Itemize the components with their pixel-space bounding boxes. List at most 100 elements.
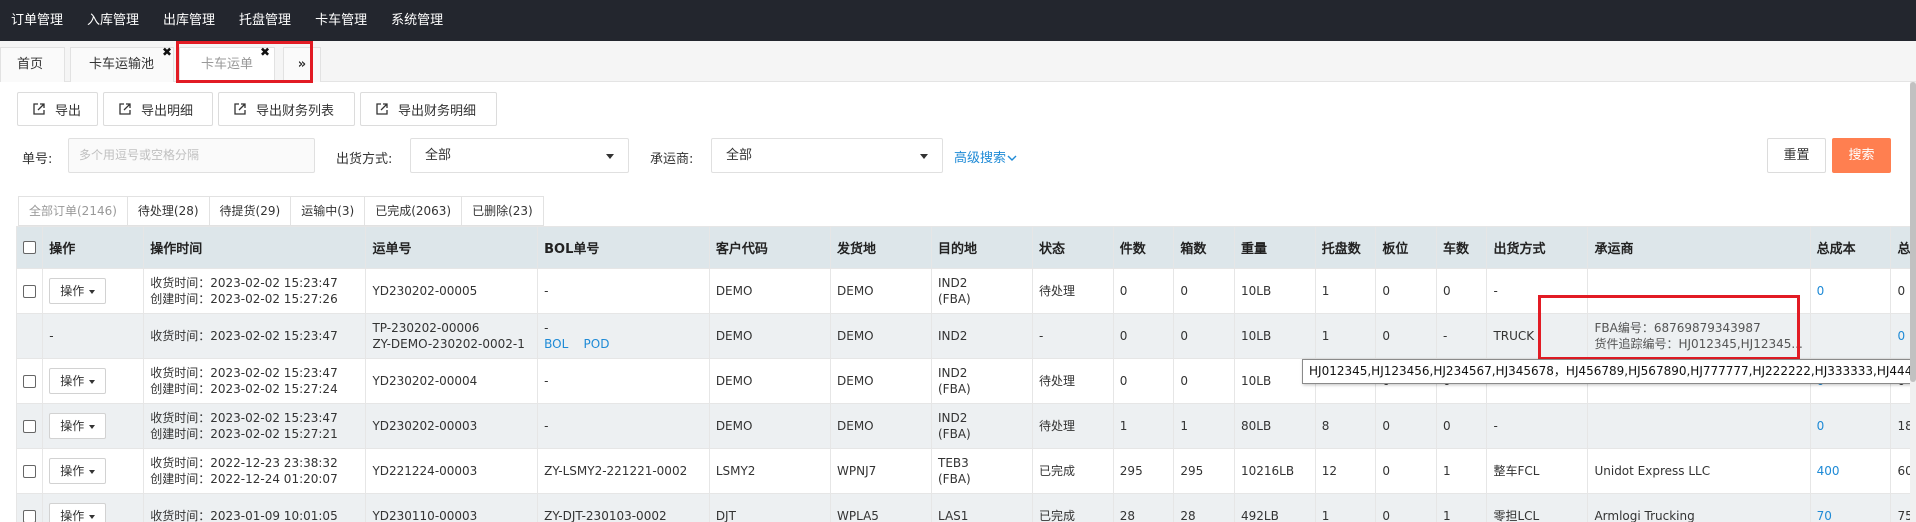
status-tab-awaiting-pickup[interactable]: 待提货(29) xyxy=(208,196,291,226)
status-tab-deleted[interactable]: 已删除(23) xyxy=(461,196,544,226)
chevron-down-icon xyxy=(920,154,928,159)
row-select-cell[interactable] xyxy=(16,448,44,494)
origin-cell: DEMO xyxy=(830,313,932,359)
operation-dropdown-button[interactable]: 操作 xyxy=(49,503,107,522)
header-select-all[interactable] xyxy=(16,226,44,269)
table-row[interactable]: 操作 收货时间：2023-02-02 15:23:47 创建时间：2023-02-… xyxy=(16,403,1910,449)
cost-link[interactable]: 0 xyxy=(1817,284,1825,298)
waybill-cell: YD230202-00005 xyxy=(365,268,539,314)
tab-truck-pool[interactable]: 卡车运输池 ✖ xyxy=(70,44,174,82)
nav-pallet-management[interactable]: 托盘管理 xyxy=(227,0,303,41)
operation-dropdown-button[interactable]: 操作 xyxy=(49,278,107,304)
status-cell: 已完成 xyxy=(1032,493,1114,522)
top-navigation: 订单管理 入库管理 出库管理 托盘管理 卡车管理 系统管理 xyxy=(0,0,1916,41)
fba-number: FBA编号：68769879343987 xyxy=(1594,321,1761,335)
operation-label: 操作 xyxy=(60,419,85,433)
operation-dropdown-button[interactable]: 操作 xyxy=(49,458,107,484)
carrier-select[interactable]: 全部 xyxy=(711,138,943,173)
method-cell: TRUCK xyxy=(1486,313,1589,359)
chevron-down-icon xyxy=(89,469,96,474)
row-select-cell[interactable] xyxy=(16,358,44,404)
advanced-search-link[interactable]: 高级搜索 xyxy=(954,147,1017,166)
table-row[interactable]: 操作 收货时间：2023-01-09 10:01:05 YD230110-000… xyxy=(16,493,1910,522)
column-header: 承运商 xyxy=(1587,226,1811,269)
cost-link[interactable]: 0 xyxy=(1817,419,1825,433)
reset-button[interactable]: 重置 xyxy=(1767,138,1826,173)
waybill-cell: YD230202-00003 xyxy=(365,403,539,449)
operation-dropdown-button[interactable]: 操作 xyxy=(49,413,107,439)
export-icon xyxy=(33,103,45,115)
status-tab-in-transit[interactable]: 运输中(3) xyxy=(290,196,365,226)
pod-link[interactable]: POD xyxy=(584,337,610,351)
op-cell: 操作 xyxy=(42,358,145,404)
nav-outbound-management[interactable]: 出库管理 xyxy=(151,0,227,41)
status-cell: 已完成 xyxy=(1032,448,1114,494)
status-tab-pending[interactable]: 待处理(28) xyxy=(126,196,209,226)
scrollbar-thumb[interactable] xyxy=(1910,82,1916,382)
close-icon[interactable]: ✖ xyxy=(260,44,270,60)
destination-type: (FBA) xyxy=(938,382,971,396)
status-tab-all[interactable]: 全部订单(2146) xyxy=(18,196,127,226)
waybill-cell: YD230110-00003 xyxy=(365,493,539,522)
order-number-input[interactable]: 多个用逗号或空格分隔 xyxy=(68,138,315,173)
bol-cell: - BOL POD xyxy=(537,313,710,359)
export-button[interactable]: 导出 xyxy=(17,92,98,126)
trucks-cell: 1 xyxy=(1435,493,1488,522)
select-all-checkbox[interactable] xyxy=(23,241,36,254)
export-icon xyxy=(234,103,246,115)
row-checkbox[interactable] xyxy=(23,420,36,433)
row-select-cell[interactable] xyxy=(16,268,44,314)
ship-method-select[interactable]: 全部 xyxy=(410,138,629,173)
destination-code: IND2 xyxy=(938,411,968,425)
total-link[interactable]: 0 xyxy=(1897,329,1905,343)
customer-cell: DEMO xyxy=(708,313,832,359)
status-tab-completed[interactable]: 已完成(2063) xyxy=(364,196,462,226)
ship-method-label: 出货方式: xyxy=(336,152,393,167)
export-detail-button[interactable]: 导出明细 xyxy=(103,92,213,126)
table-header: 操作 操作时间 运单号 BOL单号 客户代码 发货地 目的地 状态 件数 箱数 … xyxy=(16,226,1910,269)
total-cell: 75 xyxy=(1890,493,1910,522)
operation-dropdown-button[interactable]: 操作 xyxy=(49,368,107,394)
close-icon[interactable]: ✖ xyxy=(162,44,172,60)
waybill-number: TP-230202-00006 xyxy=(372,321,480,335)
vertical-scrollbar[interactable] xyxy=(1910,82,1916,522)
customer-cell: DEMO xyxy=(708,403,832,449)
time-cell: 收货时间：2023-02-02 15:23:47 创建时间：2023-02-02 … xyxy=(143,358,367,404)
row-checkbox[interactable] xyxy=(23,465,36,478)
tab-truck-waybill[interactable]: 卡车运单 ✖ xyxy=(179,44,275,82)
chevron-down-icon xyxy=(1007,155,1017,161)
table-row[interactable]: - 收货时间：2023-02-02 15:23:47 TP-230202-000… xyxy=(16,313,1910,359)
time-cell: 收货时间：2023-02-02 15:23:47 创建时间：2023-02-02 … xyxy=(143,268,367,314)
carrier-value: 全部 xyxy=(726,148,753,163)
time-cell: 收货时间：2023-02-02 15:23:47 创建时间：2023-02-02 … xyxy=(143,403,367,449)
pallets-cell: 1 xyxy=(1314,313,1377,359)
row-checkbox[interactable] xyxy=(23,285,36,298)
table-row[interactable]: 操作 收货时间：2023-02-02 15:23:47 创建时间：2023-02-… xyxy=(16,268,1910,314)
cost-link[interactable]: 400 xyxy=(1817,464,1840,478)
bol-number: - xyxy=(544,321,549,335)
nav-inbound-management[interactable]: 入库管理 xyxy=(75,0,151,41)
row-select-cell[interactable] xyxy=(16,493,44,522)
nav-order-management[interactable]: 订单管理 xyxy=(0,0,75,41)
cost-link[interactable]: 70 xyxy=(1817,509,1832,522)
row-checkbox[interactable] xyxy=(23,375,36,388)
row-select-cell[interactable] xyxy=(16,403,44,449)
tab-home[interactable]: 首页 xyxy=(0,47,65,82)
weight-cell: 80LB xyxy=(1233,403,1316,449)
pallets-cell: 8 xyxy=(1314,403,1377,449)
row-checkbox[interactable] xyxy=(23,510,36,522)
carrier-cell xyxy=(1587,403,1811,449)
ship-method-value: 全部 xyxy=(425,148,452,163)
export-finance-list-button[interactable]: 导出财务列表 xyxy=(218,92,355,126)
tab-scroll-right-icon[interactable]: » xyxy=(283,47,321,82)
bol-cell: ZY-DJT-230103-0002 xyxy=(537,493,710,522)
column-header: 目的地 xyxy=(931,226,1033,269)
trucks-cell: 1 xyxy=(1435,448,1488,494)
nav-truck-management[interactable]: 卡车管理 xyxy=(303,0,379,41)
nav-system-management[interactable]: 系统管理 xyxy=(379,0,455,41)
table-row[interactable]: 操作 收货时间：2022-12-23 23:38:32 创建时间：2022-12-… xyxy=(16,448,1910,494)
tracking-numbers[interactable]: 货件追踪编号：HJ012345,HJ12345... xyxy=(1594,336,1803,352)
export-finance-detail-button[interactable]: 导出财务明细 xyxy=(360,92,497,126)
bol-link[interactable]: BOL xyxy=(544,337,568,351)
search-button[interactable]: 搜索 xyxy=(1832,138,1891,173)
